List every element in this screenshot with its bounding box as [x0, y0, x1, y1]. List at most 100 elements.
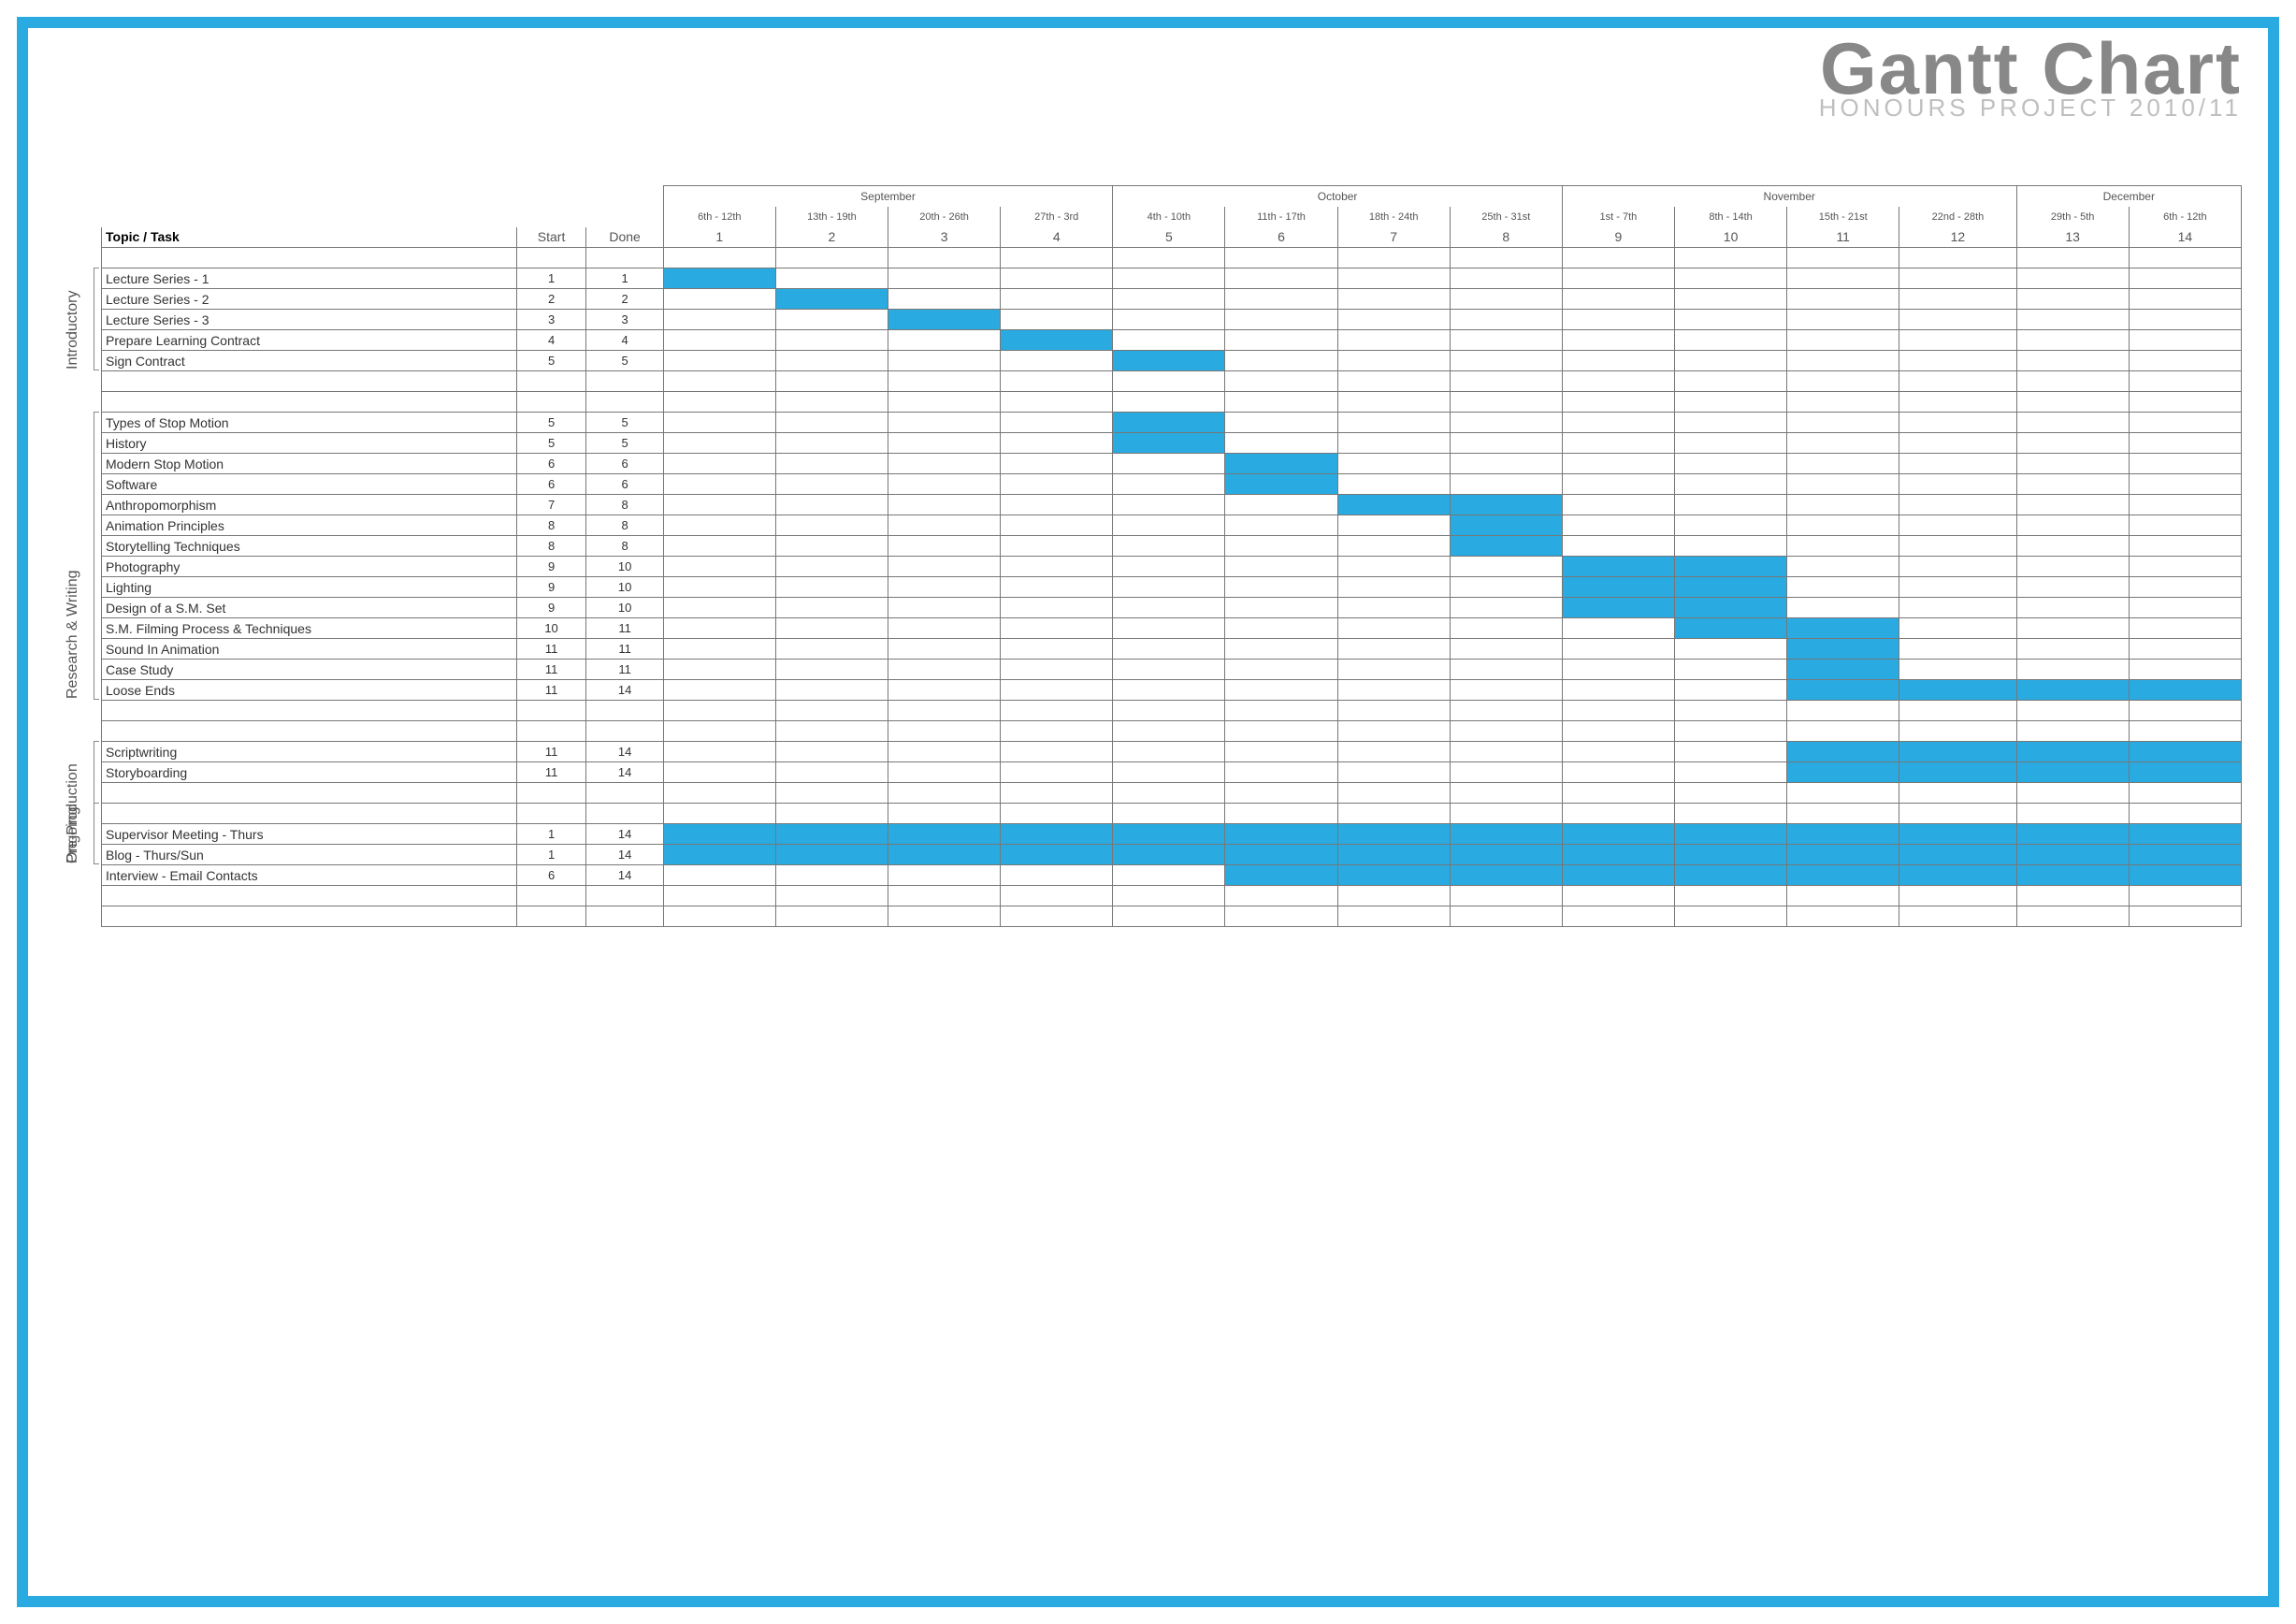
gantt-table: SeptemberOctoberNovemberDecember6th - 12…: [101, 185, 2242, 927]
gap-row: [102, 701, 2242, 721]
gap-row: [102, 721, 2242, 742]
week-range: 11th - 17th: [1225, 207, 1337, 227]
gantt-bar-cell: [1899, 865, 2016, 886]
task-row: History55: [102, 433, 2242, 454]
task-row: Scriptwriting1114: [102, 742, 2242, 762]
task-done: 8: [586, 515, 663, 536]
task-name: Blog - Thurs/Sun: [102, 845, 517, 865]
gantt-bar-cell: [1787, 865, 1899, 886]
group-bracket: [94, 803, 99, 864]
gantt-bar-cell: [1899, 845, 2016, 865]
gantt-bar-cell: [1225, 865, 1337, 886]
gantt-bar-cell: [1562, 845, 1674, 865]
week-range: 18th - 24th: [1337, 207, 1450, 227]
task-start: 6: [516, 865, 586, 886]
gantt-bar-cell: [1787, 762, 1899, 783]
gantt-bar-cell: [2129, 742, 2241, 762]
done-header: Done: [586, 227, 663, 248]
week-number: 9: [1562, 227, 1674, 248]
gantt-bar-cell: [2016, 680, 2129, 701]
task-name: S.M. Filming Process & Techniques: [102, 618, 517, 639]
task-start: 8: [516, 515, 586, 536]
gantt-bar-cell: [2129, 680, 2241, 701]
week-range: 13th - 19th: [775, 207, 888, 227]
task-name: Interview - Email Contacts: [102, 865, 517, 886]
gantt-bar-cell: [1001, 845, 1113, 865]
task-done: 8: [586, 536, 663, 557]
week-range: 20th - 26th: [888, 207, 1001, 227]
task-row: Design of a S.M. Set910: [102, 598, 2242, 618]
task-start: 4: [516, 330, 586, 351]
task-name: Prepare Learning Contract: [102, 330, 517, 351]
week-range: 6th - 12th: [663, 207, 775, 227]
gantt-bar-cell: [1113, 824, 1225, 845]
task-start: 3: [516, 310, 586, 330]
task-row: Lecture Series - 222: [102, 289, 2242, 310]
week-range: 1st - 7th: [1562, 207, 1674, 227]
task-done: 4: [586, 330, 663, 351]
task-start: 1: [516, 824, 586, 845]
gantt-bar-cell: [1225, 824, 1337, 845]
task-start: 11: [516, 660, 586, 680]
gantt-bar-cell: [775, 845, 888, 865]
title-block: Gantt Chart HONOURS PROJECT 2010/11: [1819, 36, 2242, 120]
task-done: 14: [586, 824, 663, 845]
gantt-bar-cell: [888, 845, 1001, 865]
group-bracket: [94, 268, 99, 370]
task-row: Lecture Series - 333: [102, 310, 2242, 330]
task-row: Anthropomorphism78: [102, 495, 2242, 515]
group-labels-column: IntroductoryResearch & WritingPre-Produc…: [45, 185, 101, 927]
task-start: 1: [516, 268, 586, 289]
task-row: Photography910: [102, 557, 2242, 577]
week-range: 29th - 5th: [2016, 207, 2129, 227]
task-name: Lecture Series - 3: [102, 310, 517, 330]
gantt-bar-cell: [775, 289, 888, 310]
month-header: December: [2016, 186, 2241, 207]
week-number: 2: [775, 227, 888, 248]
gantt-bar-cell: [1562, 557, 1674, 577]
week-range: 4th - 10th: [1113, 207, 1225, 227]
task-done: 5: [586, 433, 663, 454]
gantt-bar-cell: [1450, 536, 1562, 557]
task-done: 1: [586, 268, 663, 289]
task-name: Animation Principles: [102, 515, 517, 536]
task-row: Lecture Series - 111: [102, 268, 2242, 289]
gantt-bar-cell: [1113, 413, 1225, 433]
task-done: 6: [586, 474, 663, 495]
task-row: Storytelling Techniques88: [102, 536, 2242, 557]
gantt-bar-cell: [2016, 824, 2129, 845]
gantt-bar-cell: [2129, 845, 2241, 865]
week-number: 3: [888, 227, 1001, 248]
gantt-bar-cell: [1562, 865, 1674, 886]
task-start: 11: [516, 742, 586, 762]
task-name: Sign Contract: [102, 351, 517, 371]
gantt-bar-cell: [1337, 495, 1450, 515]
gantt-bar-cell: [1562, 824, 1674, 845]
gantt-bar-cell: [663, 268, 775, 289]
gantt-bar-cell: [1675, 618, 1787, 639]
gantt-bar-cell: [1675, 824, 1787, 845]
task-done: 5: [586, 351, 663, 371]
group-label: Introductory: [65, 267, 81, 370]
task-row: Modern Stop Motion66: [102, 454, 2242, 474]
task-row: Lighting910: [102, 577, 2242, 598]
month-header: October: [1113, 186, 1563, 207]
task-done: 14: [586, 845, 663, 865]
gantt-bar-cell: [1787, 742, 1899, 762]
week-range: 8th - 14th: [1675, 207, 1787, 227]
task-start: 6: [516, 454, 586, 474]
gantt-bar-cell: [1225, 454, 1337, 474]
gantt-bar-cell: [1113, 433, 1225, 454]
week-number: 12: [1899, 227, 2016, 248]
task-done: 3: [586, 310, 663, 330]
task-start: 1: [516, 845, 586, 865]
task-name: Anthropomorphism: [102, 495, 517, 515]
gantt-bar-cell: [1337, 845, 1450, 865]
task-row: Supervisor Meeting - Thurs114: [102, 824, 2242, 845]
task-row: Software66: [102, 474, 2242, 495]
gap-row: [102, 783, 2242, 804]
gantt-bar-cell: [1787, 660, 1899, 680]
task-done: 2: [586, 289, 663, 310]
gantt-bar-cell: [1787, 680, 1899, 701]
task-name: Case Study: [102, 660, 517, 680]
